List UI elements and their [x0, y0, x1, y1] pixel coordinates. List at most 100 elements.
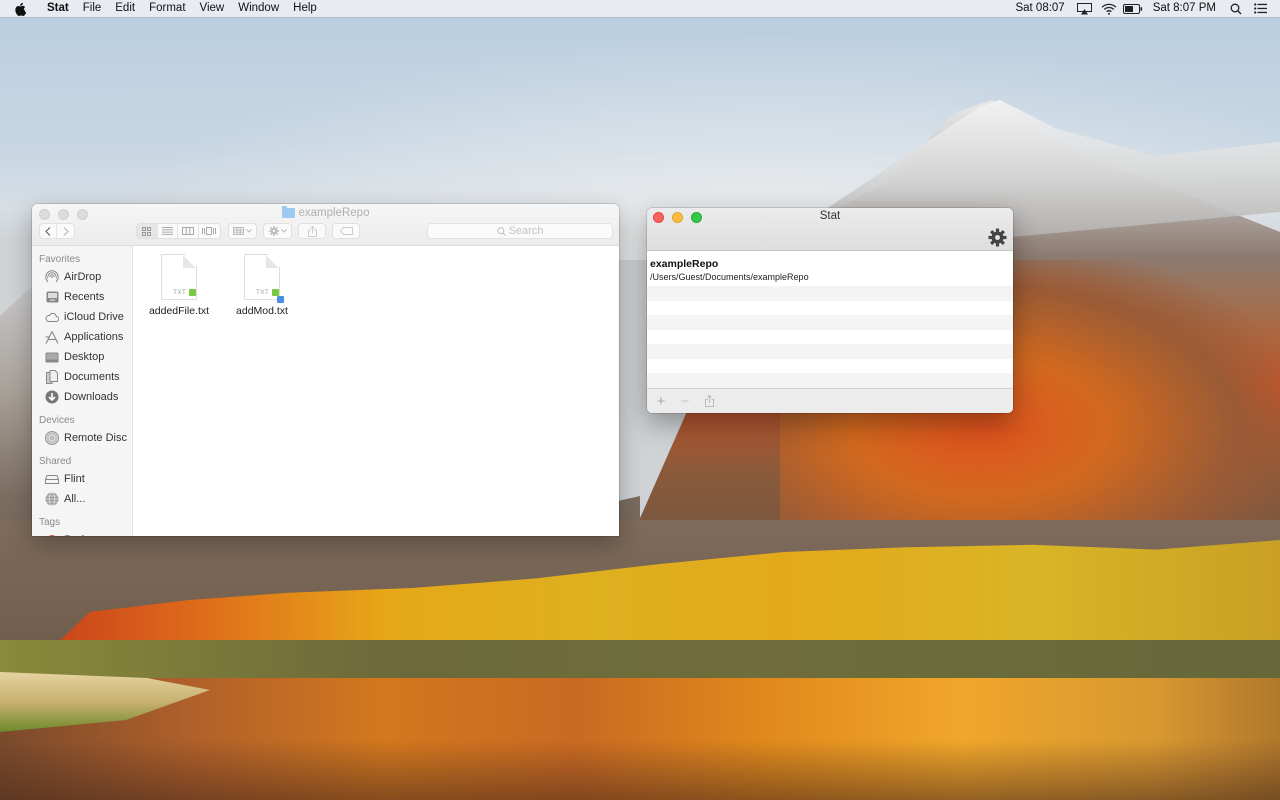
- tag-green-icon: [189, 289, 196, 296]
- view-mode-selector: [136, 223, 221, 239]
- list-icon[interactable]: [1248, 0, 1272, 17]
- repo-list: exampleRepo /Users/Guest/Documents/examp…: [647, 251, 1013, 388]
- sidebar-item-label: Recents: [64, 291, 105, 303]
- sidebar-item-flint[interactable]: Flint: [32, 469, 132, 489]
- cloud-icon: [45, 310, 59, 324]
- folder-icon: [281, 206, 295, 218]
- settings-button[interactable]: [987, 227, 1007, 247]
- menu-help[interactable]: Help: [286, 0, 324, 17]
- file-name: addedFile.txt: [148, 305, 210, 317]
- sidebar-item-label: Downloads: [64, 391, 119, 403]
- empty-row: [647, 315, 1013, 330]
- sidebar-item-icloud-drive[interactable]: iCloud Drive: [32, 307, 132, 327]
- chevron-left-icon[interactable]: [40, 224, 58, 238]
- share-icon: [299, 224, 325, 238]
- window-title-text: exampleRepo: [298, 207, 370, 219]
- empty-row: [647, 358, 1013, 373]
- add-repo-button[interactable]: +: [653, 393, 669, 409]
- menu-window[interactable]: Window: [231, 0, 286, 17]
- menu-app-name[interactable]: Stat: [40, 0, 76, 17]
- share-icon: [704, 395, 714, 407]
- status-clock[interactable]: Sat 8:07 PM: [1145, 0, 1224, 17]
- chevron-right-icon[interactable]: [57, 224, 74, 238]
- remove-repo-button[interactable]: −: [677, 393, 693, 409]
- window-title: exampleRepo: [32, 206, 619, 219]
- finder-titlebar[interactable]: exampleRepo Search: [32, 204, 619, 246]
- list-footer-toolbar: + −: [647, 388, 1013, 413]
- sidebar-item-label: Desktop: [64, 351, 105, 363]
- wallpaper-lake-shade: [0, 740, 1280, 800]
- sidebar-item-all-shared[interactable]: All...: [32, 489, 132, 509]
- search-input[interactable]: Search: [427, 223, 613, 239]
- wifi-icon[interactable]: [1097, 0, 1121, 17]
- finder-content: TXT addedFile.txt TXT addMod.txt: [133, 246, 619, 536]
- menu-edit[interactable]: Edit: [108, 0, 142, 17]
- arrange-button[interactable]: [228, 223, 257, 239]
- file-item[interactable]: TXT addMod.txt: [227, 254, 297, 317]
- empty-row: [647, 286, 1013, 301]
- sidebar-item-label: Flint: [64, 473, 85, 485]
- sidebar-item-applications[interactable]: Applications: [32, 327, 132, 347]
- menu-bar: Stat File Edit Format View Window Help S…: [0, 0, 1280, 17]
- arrange-grid-icon: [229, 224, 256, 238]
- sidebar-item-label: iCloud Drive: [64, 311, 124, 323]
- repo-name: exampleRepo: [650, 258, 719, 270]
- icon-view-icon[interactable]: [137, 224, 158, 238]
- sidebar-item-remote-disc[interactable]: Remote Disc: [32, 428, 132, 448]
- stat-titlebar[interactable]: Stat: [647, 208, 1013, 251]
- documents-icon: [45, 370, 59, 384]
- sidebar-item-label: AirDrop: [64, 271, 102, 283]
- menu-format[interactable]: Format: [142, 0, 192, 17]
- share-button[interactable]: [701, 393, 717, 409]
- sidebar-section-shared: Shared: [39, 456, 72, 467]
- repo-path: /Users/Guest/Documents/exampleRepo: [650, 272, 809, 282]
- search-icon[interactable]: [1224, 0, 1248, 17]
- sidebar-section-devices: Devices: [39, 415, 75, 426]
- airplay-icon[interactable]: [1073, 0, 1097, 17]
- status-clock-24h[interactable]: Sat 08:07: [1007, 0, 1072, 17]
- apple-logo-icon[interactable]: [14, 2, 32, 16]
- file-name: addMod.txt: [236, 305, 288, 317]
- repo-row[interactable]: exampleRepo /Users/Guest/Documents/examp…: [647, 251, 1013, 286]
- gear-icon: [264, 224, 291, 238]
- empty-row: [647, 344, 1013, 359]
- column-view-icon[interactable]: [178, 224, 199, 238]
- stat-window: Stat exampleRepo /Users/Guest/Documents/…: [647, 208, 1013, 413]
- server-icon: [45, 472, 59, 486]
- menu-file[interactable]: File: [76, 0, 109, 17]
- list-view-icon[interactable]: [158, 224, 179, 238]
- finder-sidebar: Favorites AirDrop Recents iCloud Drive A…: [32, 246, 133, 536]
- sidebar-item-tag-red[interactable]: Red: [32, 530, 132, 536]
- sidebar-item-recents[interactable]: Recents: [32, 287, 132, 307]
- empty-row: [647, 329, 1013, 344]
- text-file-icon: TXT: [244, 254, 280, 300]
- empty-row: [647, 373, 1013, 388]
- sidebar-section-favorites: Favorites: [39, 254, 81, 265]
- tags-button[interactable]: [332, 223, 360, 239]
- cover-flow-view-icon[interactable]: [199, 224, 220, 238]
- tag-icon: [333, 224, 359, 238]
- search-placeholder: Search: [508, 225, 544, 237]
- applications-icon: [45, 330, 59, 344]
- sidebar-item-label: Red: [64, 534, 84, 536]
- battery-icon[interactable]: [1121, 0, 1145, 17]
- search-icon: [496, 226, 506, 236]
- sidebar-item-desktop[interactable]: Desktop: [32, 347, 132, 367]
- finder-window: exampleRepo Search Favorites AirDrop Rec…: [32, 204, 619, 536]
- sidebar-item-airdrop[interactable]: AirDrop: [32, 267, 132, 287]
- tag-blue-icon: [277, 296, 284, 303]
- file-item[interactable]: TXT addedFile.txt: [144, 254, 214, 317]
- action-button[interactable]: [263, 223, 292, 239]
- tag-green-icon: [272, 289, 279, 296]
- desktop-icon: [45, 350, 59, 364]
- empty-row: [647, 300, 1013, 315]
- airdrop-icon: [45, 270, 59, 284]
- tag-dot-icon: [45, 533, 59, 536]
- menu-view[interactable]: View: [193, 0, 232, 17]
- sidebar-item-downloads[interactable]: Downloads: [32, 387, 132, 407]
- text-file-icon: TXT: [161, 254, 197, 300]
- download-icon: [45, 390, 59, 404]
- recents-icon: [45, 290, 59, 304]
- share-button[interactable]: [298, 223, 326, 239]
- sidebar-item-documents[interactable]: Documents: [32, 367, 132, 387]
